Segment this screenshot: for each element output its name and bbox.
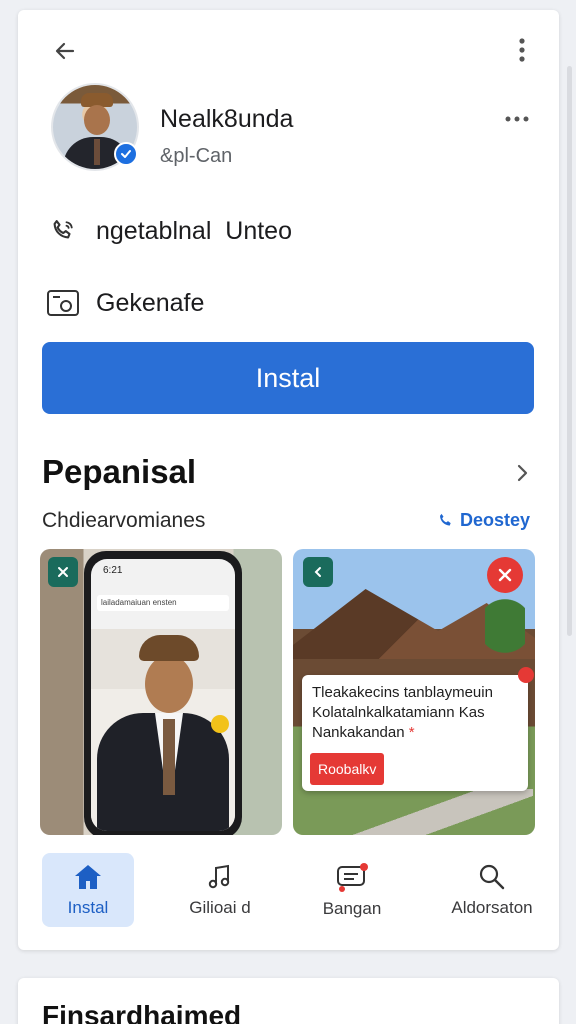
nav-item-music[interactable]: Gilioai d [176, 853, 264, 927]
home-icon [75, 865, 101, 889]
phone-status-time: 6:21 [103, 565, 123, 576]
music-note-icon [208, 864, 230, 889]
app-card: Nealk8unda &pl-Can ngetablnal Unteo Geke… [18, 10, 559, 950]
coin-icon [211, 715, 229, 733]
phone-mockup: 6:21 lailadamaiuan ensten [84, 551, 242, 835]
tag-button[interactable] [303, 557, 333, 587]
next-card-title: Finsardhaimed [42, 1000, 242, 1024]
profile-name: Nealk8unda [160, 105, 294, 133]
search-icon [479, 864, 505, 890]
nav-label: Bangan [322, 899, 382, 918]
promo-popup: Tleakakecins tanblaymeuin Kolatalnkalkat… [302, 667, 534, 791]
screenshot-preview-1[interactable]: 6:21 lailadamaiuan ensten [40, 549, 282, 835]
category-icon [46, 286, 80, 320]
category-row-text: Gekenafe [96, 288, 205, 317]
phone-icon [46, 214, 80, 248]
scrollbar[interactable] [567, 66, 572, 636]
popup-line-1: Tleakakecins tanblaymeuin [312, 684, 493, 701]
more-horizontal-icon [505, 116, 529, 122]
nav-label: Gilioai d [189, 898, 251, 917]
install-button[interactable]: Instal [42, 342, 534, 414]
chevron-right-icon [517, 464, 528, 482]
profile-handle: &pl-Can [160, 145, 233, 167]
popup-line-3: Nankakandan [312, 724, 405, 741]
nav-label: Instal [67, 898, 109, 917]
next-card: Finsardhaimed [18, 978, 559, 1024]
profile-more-button[interactable] [502, 106, 532, 132]
section-title: Pepanisal [42, 453, 197, 490]
bottom-nav: Instal Gilioai d Bangan Aldorsaton [18, 853, 559, 931]
back-button[interactable] [48, 34, 82, 68]
category-row[interactable]: Gekenafe [46, 286, 204, 320]
close-icon [58, 567, 68, 577]
section-action-link[interactable]: Deostey [436, 510, 530, 531]
phone-icon [440, 513, 451, 526]
nav-item-aldorsaton[interactable]: Aldorsaton [438, 853, 546, 927]
popup-line-2: Kolatalnkalkatamiann Kas [312, 704, 485, 721]
verified-badge-icon [114, 142, 138, 166]
overflow-menu-button[interactable] [508, 32, 536, 68]
phone-row[interactable]: ngetablnal Unteo [46, 214, 292, 248]
close-tag-button[interactable] [48, 557, 78, 587]
section-expand-button[interactable] [508, 458, 538, 488]
phone-row-text: ngetablnal Unteo [96, 216, 292, 245]
chevron-left-icon [314, 567, 321, 577]
chat-icon [337, 863, 368, 892]
screenshot-preview-2[interactable]: Tleakakecins tanblaymeuin Kolatalnkalkat… [293, 549, 535, 835]
popup-action-button[interactable]: Roobalkv [310, 753, 385, 785]
dismiss-button[interactable] [487, 557, 523, 593]
section-subtitle: Chdiearvomianes [42, 509, 206, 532]
nav-label: Aldorsaton [451, 898, 533, 917]
close-icon [498, 568, 512, 582]
kebab-icon [519, 38, 525, 62]
section-action-label: Deostey [460, 510, 531, 530]
asterisk-icon: * [408, 724, 415, 741]
nav-item-instal[interactable]: Instal [42, 853, 134, 927]
nav-item-bangan[interactable]: Bangan [310, 853, 394, 927]
phone-url-bar: lailadamaiuan ensten [97, 595, 229, 611]
notification-dot [518, 667, 534, 683]
arrow-left-icon [55, 42, 75, 60]
